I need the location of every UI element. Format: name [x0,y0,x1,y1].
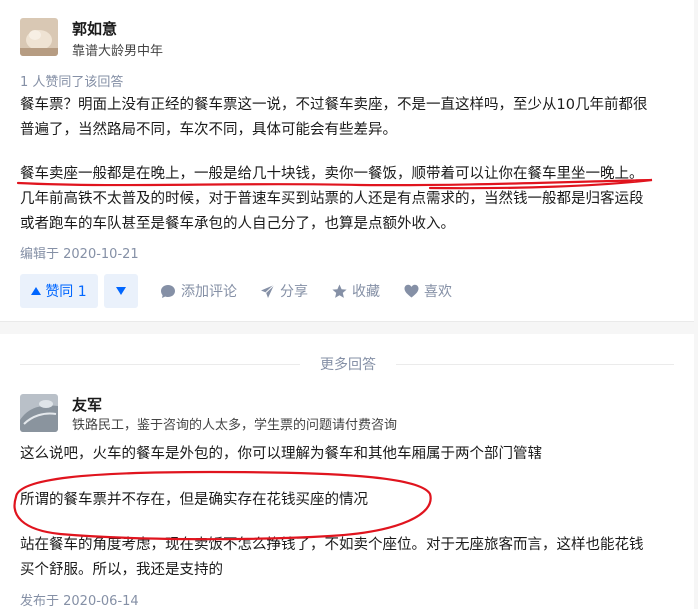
paragraph-line: 餐车票？明面上没有正经的餐车票这一说，不过餐车卖座，不是一直这样吗，至少从10几… [20,97,648,113]
comment-button[interactable]: 添加评论 [160,274,237,308]
answer-paragraph: 餐车卖座一般都是在晚上，一般是给几十块钱，卖你一餐饭，顺带着可以让你在餐车里坐一… [20,162,680,237]
paragraph-line: 所谓的餐车票并不存在，但是确实存在花钱买座的情况 [20,492,368,508]
paragraph-line: 餐车卖座一般都是在晚上，一般是给几十块钱，卖你一餐饭，顺带着可以让你在餐车里坐一… [20,166,644,182]
share-label: 分享 [280,284,308,300]
collect-label: 收藏 [352,284,380,300]
author-name[interactable]: 友军 [72,394,102,415]
answer-card-1: 郭如意 靠谱大龄男中年 1 人赞同了该回答 餐车票？明面上没有正经的餐车票这一说… [0,0,694,322]
star-icon [332,284,347,298]
publish-date[interactable]: 发布于 2020-06-14 [20,590,139,609]
author-name[interactable]: 郭如意 [72,18,117,39]
vote-up-label: 赞同 1 [45,284,87,300]
share-icon [261,284,275,298]
answer-paragraph: 所谓的餐车票并不存在，但是确实存在花钱买座的情况 [20,488,680,513]
heart-icon [404,284,419,298]
share-button[interactable]: 分享 [260,274,308,308]
like-button[interactable]: 喜欢 [404,274,452,308]
paragraph-line: 普遍了，当然路局不同，车次不同，具体可能会有些差异。 [20,122,397,138]
comment-icon [161,284,175,298]
like-label: 喜欢 [424,284,452,300]
paragraph-line: 或者跑车的车队甚至是餐车承包的人自己分了，也算是点额外收入。 [20,216,455,232]
paragraph-line: 站在餐车的角度考虑，现在卖饭不怎么挣钱了，不如卖个座位。对于无座旅客而言，这样也… [20,537,644,553]
paragraph-line: 这么说吧，火车的餐车是外包的，你可以理解为餐车和其他车厢属于两个部门管辖 [20,446,542,462]
triangle-up-icon [31,287,42,295]
triangle-down-icon [116,287,126,295]
voters-count[interactable]: 1 人赞同了该回答 [20,71,123,90]
author-avatar[interactable] [20,394,58,432]
paragraph-line: 买个舒服。所以，我还是支持的 [20,562,223,578]
more-answers-label: 更多回答 [300,354,396,374]
answer-paragraph: 站在餐车的角度考虑，现在卖饭不怎么挣钱了，不如卖个座位。对于无座旅客而言，这样也… [20,533,680,583]
edit-date[interactable]: 编辑于 2020-10-21 [20,243,139,262]
vote-up-button[interactable]: 赞同 1 [20,274,98,308]
paragraph-line: 几年前高铁不太普及的时候，对于普速车买到站票的人还是有点需求的，当然钱一般都是归… [20,191,644,207]
author-bio: 铁路民工，鉴于咨询的人太多，学生票的问题请付费咨询 [72,418,398,433]
answer-paragraph: 餐车票？明面上没有正经的餐车票这一说，不过餐车卖座，不是一直这样吗，至少从10几… [20,93,680,143]
comment-label: 添加评论 [181,284,237,300]
vote-down-button[interactable] [104,274,138,308]
author-bio: 靠谱大龄男中年 [72,44,164,59]
answer-paragraph: 这么说吧，火车的餐车是外包的，你可以理解为餐车和其他车厢属于两个部门管辖 [20,442,680,467]
collect-button[interactable]: 收藏 [332,274,380,308]
author-avatar[interactable] [20,18,58,56]
